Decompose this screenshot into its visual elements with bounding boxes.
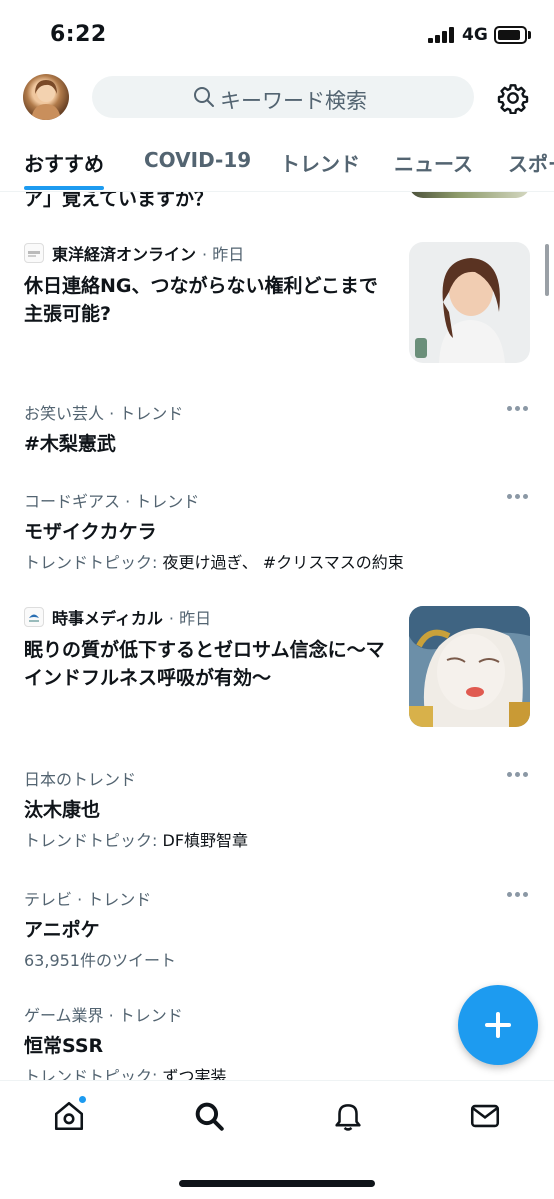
more-icon[interactable] <box>507 406 529 412</box>
trend-name: アニポケ <box>24 919 100 941</box>
search-input[interactable]: キーワード検索 <box>92 76 474 118</box>
search-icon[interactable] <box>192 1099 226 1133</box>
messages-icon[interactable] <box>468 1099 502 1133</box>
more-icon[interactable] <box>507 892 529 898</box>
source-logo-icon <box>24 607 44 627</box>
notification-dot <box>78 1095 87 1104</box>
tab-covid19[interactable]: COVID-19 <box>144 148 251 172</box>
search-placeholder: キーワード検索 <box>220 89 367 113</box>
notifications-icon[interactable] <box>331 1099 365 1133</box>
compose-button[interactable] <box>458 985 538 1065</box>
feed: ア」覚えていますか？ 東洋経済オンライン · 昨日 休日連絡NG、つながらない権… <box>0 192 554 1080</box>
more-icon[interactable] <box>507 494 529 500</box>
trend-context: ゲーム業界 · トレンド <box>24 1006 183 1025</box>
signal-icon <box>428 27 456 43</box>
search-icon <box>192 85 216 109</box>
trend-name: 恒常SSR <box>24 1035 104 1057</box>
tab-recommended[interactable]: おすすめ <box>24 148 104 177</box>
trend-meta-prefix: トレンドトピック: <box>24 553 158 572</box>
news-item[interactable]: 東洋経済オンライン · 昨日 休日連絡NG、つながらない権利どこまで主張可能? <box>0 242 554 367</box>
trend-name: #木梨憲武 <box>24 433 116 455</box>
tab-trending[interactable]: トレンド <box>280 148 360 177</box>
trend-meta: 63,951件のツイート <box>24 947 176 971</box>
trend-context: お笑い芸人 · トレンド <box>24 404 184 423</box>
news-headline: 休日連絡NG、つながらない権利どこまで主張可能? <box>24 275 378 325</box>
battery-icon <box>494 26 527 44</box>
home-icon[interactable] <box>52 1095 87 1133</box>
source-name: 東洋経済オンライン <box>52 245 197 264</box>
gear-icon[interactable] <box>497 82 529 115</box>
header: キーワード検索 <box>0 66 554 130</box>
trend-name: モザイクカケラ <box>24 521 157 543</box>
tab-sports[interactable]: スポー <box>508 148 554 177</box>
trend-name: 汰木康也 <box>24 799 101 821</box>
source-time: · 昨日 <box>202 245 245 264</box>
trend-meta: トレンドトピック: 夜更け過ぎ、 #クリスマスの約束 <box>24 549 404 573</box>
source-time: · 昨日 <box>168 609 212 628</box>
home-indicator <box>179 1180 375 1187</box>
bottom-nav <box>0 1080 554 1199</box>
trend-meta-prefix: トレンドトピック: <box>24 831 158 850</box>
scrollbar[interactable] <box>545 244 549 296</box>
partial-headline[interactable]: ア」覚えていますか？ <box>24 192 213 211</box>
tweet-count: 63,951件のツイート <box>24 951 176 970</box>
tab-news[interactable]: ニュース <box>394 148 473 177</box>
news-thumbnail <box>409 242 530 363</box>
avatar[interactable] <box>23 74 69 120</box>
trend-meta: トレンドトピック: ずつ実装 <box>24 1063 227 1080</box>
status-time: 6:22 <box>50 22 107 47</box>
active-tab-indicator <box>24 186 104 190</box>
trend-meta-prefix: トレンドトピック: <box>24 1067 158 1080</box>
partial-thumbnail <box>409 192 530 198</box>
trend-item[interactable]: テレビ · トレンド アニポケ 63,951件のツイート <box>0 886 554 972</box>
trend-context: テレビ · トレンド <box>24 890 152 909</box>
network-type: 4G <box>462 25 488 45</box>
trend-context: コードギアス · トレンド <box>24 492 200 511</box>
more-icon[interactable] <box>507 772 529 778</box>
trend-item[interactable]: お笑い芸人 · トレンド #木梨憲武 <box>0 400 554 460</box>
trend-topics: ずつ実装 <box>162 1067 227 1080</box>
status-bar: 6:22 4G <box>0 0 554 66</box>
trend-topics: DF槙野智章 <box>162 831 249 850</box>
news-headline: 眠りの質が低下するとゼロサム信念に〜マインドフルネス呼吸が有効〜 <box>24 639 385 689</box>
trend-topics: 夜更け過ぎ、 #クリスマスの約束 <box>162 553 404 572</box>
explore-tabs: おすすめ COVID-19 トレンド ニュース スポー <box>0 130 554 192</box>
news-thumbnail <box>409 606 530 727</box>
trend-item[interactable]: コードギアス · トレンド モザイクカケラ トレンドトピック: 夜更け過ぎ、 #… <box>0 488 554 574</box>
trend-meta: トレンドトピック: DF槙野智章 <box>24 827 248 851</box>
trend-context: 日本のトレンド <box>24 770 137 789</box>
trend-item[interactable]: 日本のトレンド 汰木康也 トレンドトピック: DF槙野智章 <box>0 766 554 852</box>
source-logo-icon <box>24 243 44 263</box>
source-name: 時事メディカル <box>52 609 163 628</box>
news-item[interactable]: 時事メディカル · 昨日 眠りの質が低下するとゼロサム信念に〜マインドフルネス呼… <box>0 606 554 731</box>
